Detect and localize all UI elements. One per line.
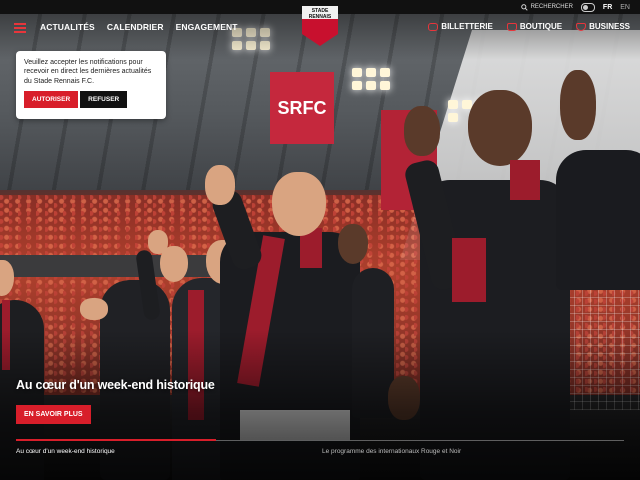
search-icon (520, 3, 528, 11)
bottom-gradient (0, 330, 640, 480)
slide-tab-1[interactable]: Au cœur d'un week-end historique (16, 448, 115, 455)
lang-fr[interactable]: FR (603, 4, 612, 11)
main-nav: ACTUALITÉS CALENDRIER ENGAGEMENT (40, 22, 238, 32)
learn-more-button[interactable]: EN SAVOIR PLUS (16, 405, 91, 424)
floodlight (352, 68, 390, 90)
refuse-button[interactable]: REFUSER (80, 91, 128, 109)
hero-title: Au cœur d'un week-end historique (16, 378, 215, 392)
notification-prompt: Veuillez accepter les notifications pour… (16, 51, 166, 119)
slide-tab-2[interactable]: Le programme des internationaux Rouge et… (322, 448, 461, 455)
search-label: RECHERCHER (530, 4, 573, 10)
shopping-bag-icon (506, 22, 517, 31)
nav-calendrier[interactable]: CALENDRIER (107, 22, 164, 32)
hamburger-menu-icon[interactable] (14, 23, 26, 33)
logo-line2: RENNAIS (308, 13, 332, 20)
nav-boutique[interactable]: BOUTIQUE (506, 22, 563, 31)
nav-billetterie-label: BILLETTERIE (441, 22, 493, 31)
slider-progress (16, 439, 216, 441)
nav-actualites[interactable]: ACTUALITÉS (40, 22, 95, 32)
allow-button[interactable]: AUTORISER (24, 91, 79, 109)
search-button[interactable]: RECHERCHER (520, 3, 573, 11)
nav-engagement[interactable]: ENGAGEMENT (176, 22, 238, 32)
nav-business[interactable]: BUSINESS (576, 22, 630, 31)
right-nav: BILLETTERIE BOUTIQUE BUSINESS (428, 22, 630, 31)
club-logo[interactable]: STADE RENNAIS (302, 6, 338, 46)
nav-billetterie[interactable]: BILLETTERIE (428, 22, 493, 31)
shield-icon (576, 22, 587, 31)
notification-message: Veuillez accepter les notifications pour… (24, 59, 152, 85)
theme-toggle[interactable] (580, 2, 595, 12)
nav-boutique-label: BOUTIQUE (519, 22, 563, 31)
srfc-banner: SRFC (270, 72, 334, 144)
ticket-icon (428, 22, 439, 31)
lang-en[interactable]: EN (620, 4, 630, 11)
nav-business-label: BUSINESS (589, 22, 630, 31)
